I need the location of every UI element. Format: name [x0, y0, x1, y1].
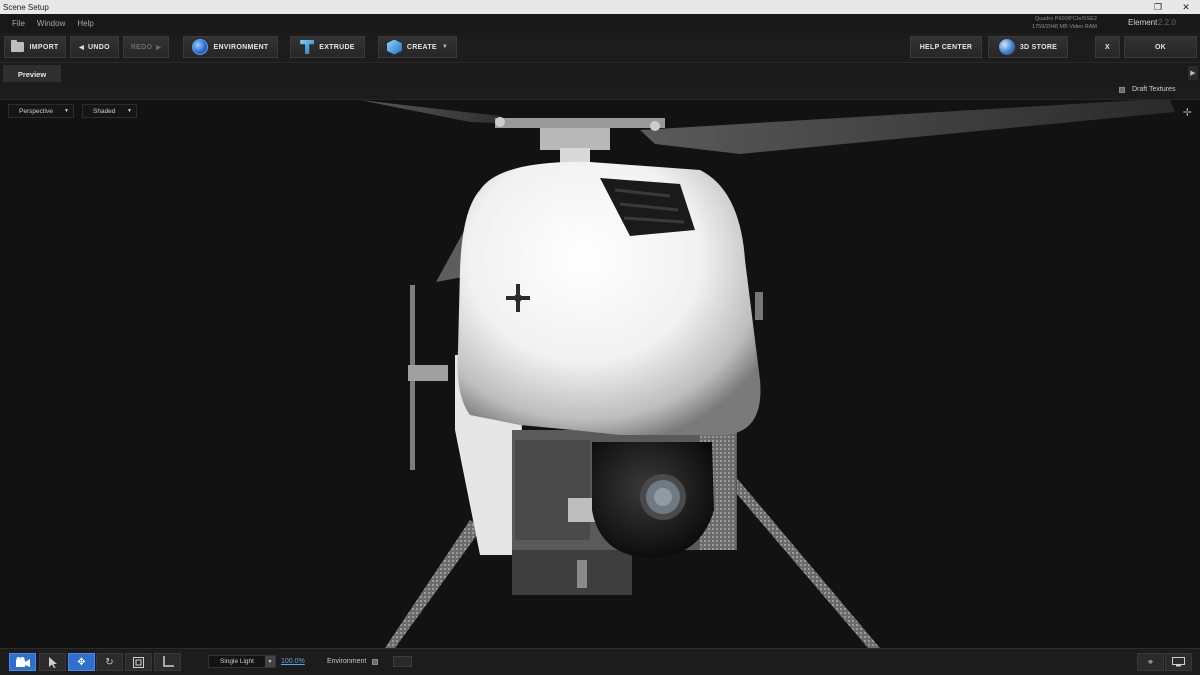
close-button[interactable]: ✕ — [1172, 0, 1200, 14]
shading-mode-dropdown[interactable]: Shaded ▼ — [82, 104, 137, 118]
environment-checkbox[interactable] — [372, 659, 378, 665]
select-tool-button[interactable] — [39, 653, 66, 671]
axis-icon — [162, 656, 174, 667]
cancel-button[interactable]: X — [1095, 36, 1120, 58]
rotate-icon: ↻ — [105, 656, 114, 668]
menu-bar: File Window Help — [0, 14, 1200, 33]
create-button[interactable]: CREATE ▼ — [378, 36, 457, 58]
move-icon: ✥ — [77, 656, 86, 668]
side-clip — [755, 292, 763, 320]
camera-tool-button[interactable] — [9, 653, 36, 671]
extrude-label: EXTRUDE — [319, 43, 355, 51]
extrude-button[interactable]: EXTRUDE — [290, 36, 365, 58]
light-preset-label: Single Light — [220, 658, 254, 665]
extrude-icon — [300, 40, 315, 54]
window-title: Scene Setup — [3, 2, 49, 12]
import-label: IMPORT — [29, 43, 59, 51]
preview-options-bar: Draft Textures — [0, 82, 1200, 100]
chevron-down-icon: ▼ — [127, 108, 132, 114]
plugin-name: Element — [1128, 18, 1158, 27]
camera-mode-label: Perspective — [19, 107, 53, 115]
gpu-info: Quadro P600/PCIe/SSE2 — [1034, 16, 1097, 22]
menu-file[interactable]: File — [0, 19, 31, 28]
draft-textures-checkbox[interactable] — [1119, 86, 1125, 93]
camera-gimbal[interactable] — [592, 442, 714, 558]
main-toolbar: IMPORT ◀ UNDO REDO ▶ ENVIRONMENT EXTRUDE… — [0, 33, 1200, 62]
help-center-button[interactable]: HELP CENTER — [910, 36, 982, 58]
rotate-tool-button[interactable]: ↻ — [96, 653, 123, 671]
landing-leg-right — [725, 476, 880, 648]
undo-label: UNDO — [88, 43, 110, 51]
drone-render — [360, 100, 1175, 648]
scale-icon — [133, 656, 144, 668]
environment-color-swatch[interactable] — [393, 656, 412, 667]
bottom-toolbar: ✥ ↻ Single Light ▼ 100.0% Environment ⌖ — [0, 648, 1200, 675]
menu-help[interactable]: Help — [71, 19, 99, 28]
restore-button[interactable]: ❐ — [1144, 0, 1172, 14]
create-label: CREATE — [406, 43, 437, 51]
select-arrow-icon — [48, 656, 57, 668]
vram-info: 1759/2048 MB Video RAM — [1031, 24, 1097, 30]
environment-button[interactable]: ENVIRONMENT — [183, 36, 278, 58]
panel-expand-button[interactable]: ▶ — [1188, 66, 1198, 80]
rotor-blade-right — [640, 100, 1175, 154]
system-info: Quadro P600/PCIe/SSE2 1759/2048 MB Video… — [1032, 15, 1097, 31]
target-icon: ⌖ — [1147, 656, 1154, 668]
cancel-label: X — [1105, 43, 1110, 51]
tab-bar: Preview ▶ — [0, 62, 1200, 83]
move-tool-button[interactable]: ✥ — [68, 653, 95, 671]
focus-button[interactable]: ⌖ — [1137, 653, 1164, 671]
folder-icon — [11, 40, 25, 52]
chevron-down-icon: ▼ — [441, 44, 449, 50]
scale-tool-button[interactable] — [125, 653, 152, 671]
landing-leg-left — [385, 520, 482, 648]
3d-store-label: 3D STORE — [1019, 43, 1058, 51]
tail-rotor-hub — [408, 365, 448, 381]
scene-setup-window: Scene Setup ❐ ✕ File Window Help Quadro … — [0, 0, 1200, 675]
light-intensity-link[interactable]: 100.0% — [281, 658, 305, 665]
undo-arrow-icon: ◀ — [79, 44, 85, 51]
redo-button[interactable]: REDO ▶ — [123, 36, 169, 58]
draft-textures-label: Draft Textures — [1132, 86, 1176, 93]
shading-mode-label: Shaded — [93, 107, 116, 115]
chevron-down-icon: ▼ — [265, 656, 275, 667]
screen-icon — [1172, 657, 1185, 667]
ok-label: OK — [1154, 43, 1167, 51]
plugin-version: 2.2.0 — [1158, 18, 1176, 27]
globe-icon — [192, 39, 209, 55]
3d-store-button[interactable]: 3D STORE — [988, 36, 1068, 58]
environment-label: ENVIRONMENT — [213, 43, 269, 51]
light-preset-dropdown[interactable]: Single Light ▼ — [208, 655, 276, 668]
redo-arrow-icon: ▶ — [156, 44, 162, 51]
menu-window[interactable]: Window — [31, 19, 71, 28]
rotor-hub — [495, 117, 665, 168]
draft-textures-option[interactable]: Draft Textures — [1119, 86, 1175, 93]
display-button[interactable] — [1165, 653, 1192, 671]
camera-mode-dropdown[interactable]: Perspective ▼ — [8, 104, 74, 118]
axis-tool-button[interactable] — [154, 653, 181, 671]
import-button[interactable]: IMPORT — [4, 36, 66, 58]
redo-label: REDO — [130, 43, 153, 51]
help-center-label: HELP CENTER — [919, 43, 973, 51]
store-icon — [998, 39, 1015, 55]
chevron-down-icon: ▼ — [64, 108, 69, 114]
environment-label: Environment — [327, 658, 367, 665]
cube-icon — [386, 39, 402, 55]
camera-icon — [15, 657, 30, 667]
tab-preview[interactable]: Preview — [3, 65, 61, 83]
title-bar: Scene Setup ❐ ✕ — [0, 0, 1200, 14]
maximize-viewport-icon[interactable]: ✛ — [1183, 106, 1192, 119]
undo-button[interactable]: ◀ UNDO — [70, 36, 119, 58]
fuselage-shell[interactable] — [457, 161, 761, 435]
ok-button[interactable]: OK — [1124, 36, 1197, 58]
window-controls: ❐ ✕ — [1144, 0, 1200, 14]
3d-viewport[interactable]: Perspective ▼ Shaded ▼ ✛ — [0, 100, 1200, 648]
